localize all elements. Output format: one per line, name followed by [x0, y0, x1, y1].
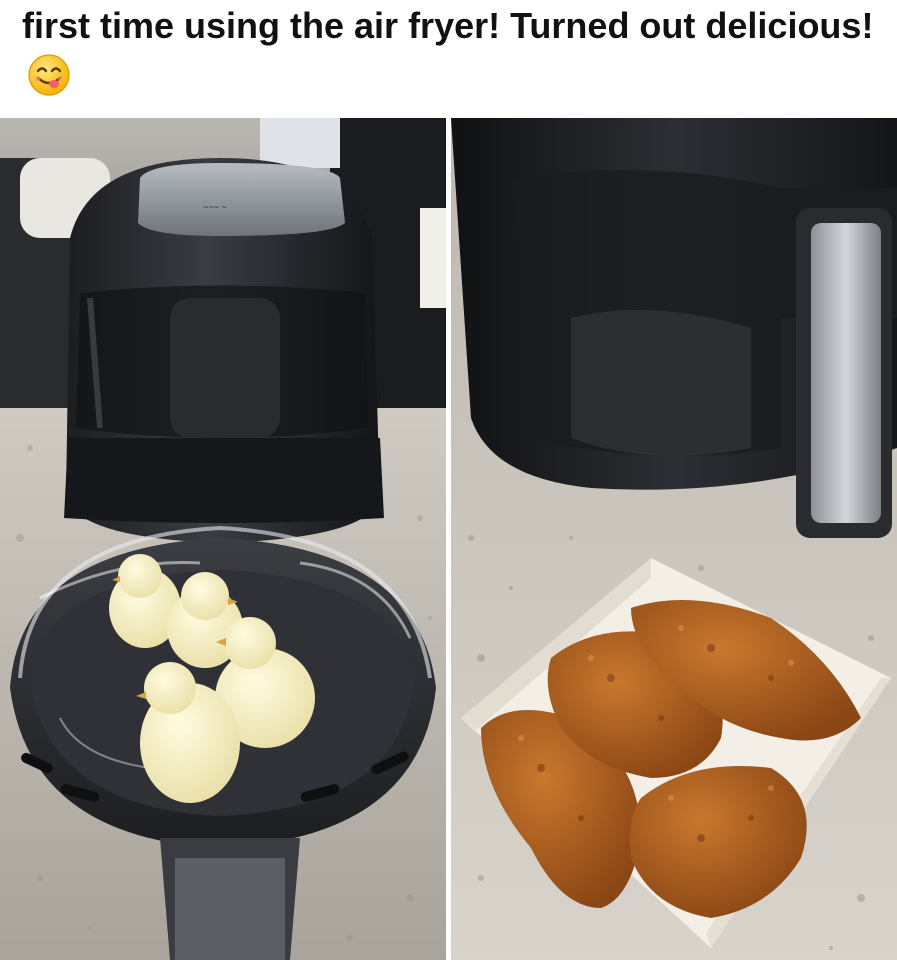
caption-text: first time using the air fryer! Turned o… [22, 5, 874, 46]
svg-text:~~~ ~: ~~~ ~ [203, 202, 227, 212]
savoring-food-emoji-icon [28, 54, 70, 96]
photo-air-fryer-fried-chicken [451, 118, 897, 960]
post-caption: first time using the air fryer! Turned o… [22, 0, 882, 104]
photo-air-fryer-chicks: ~~~ ~ [0, 118, 446, 960]
